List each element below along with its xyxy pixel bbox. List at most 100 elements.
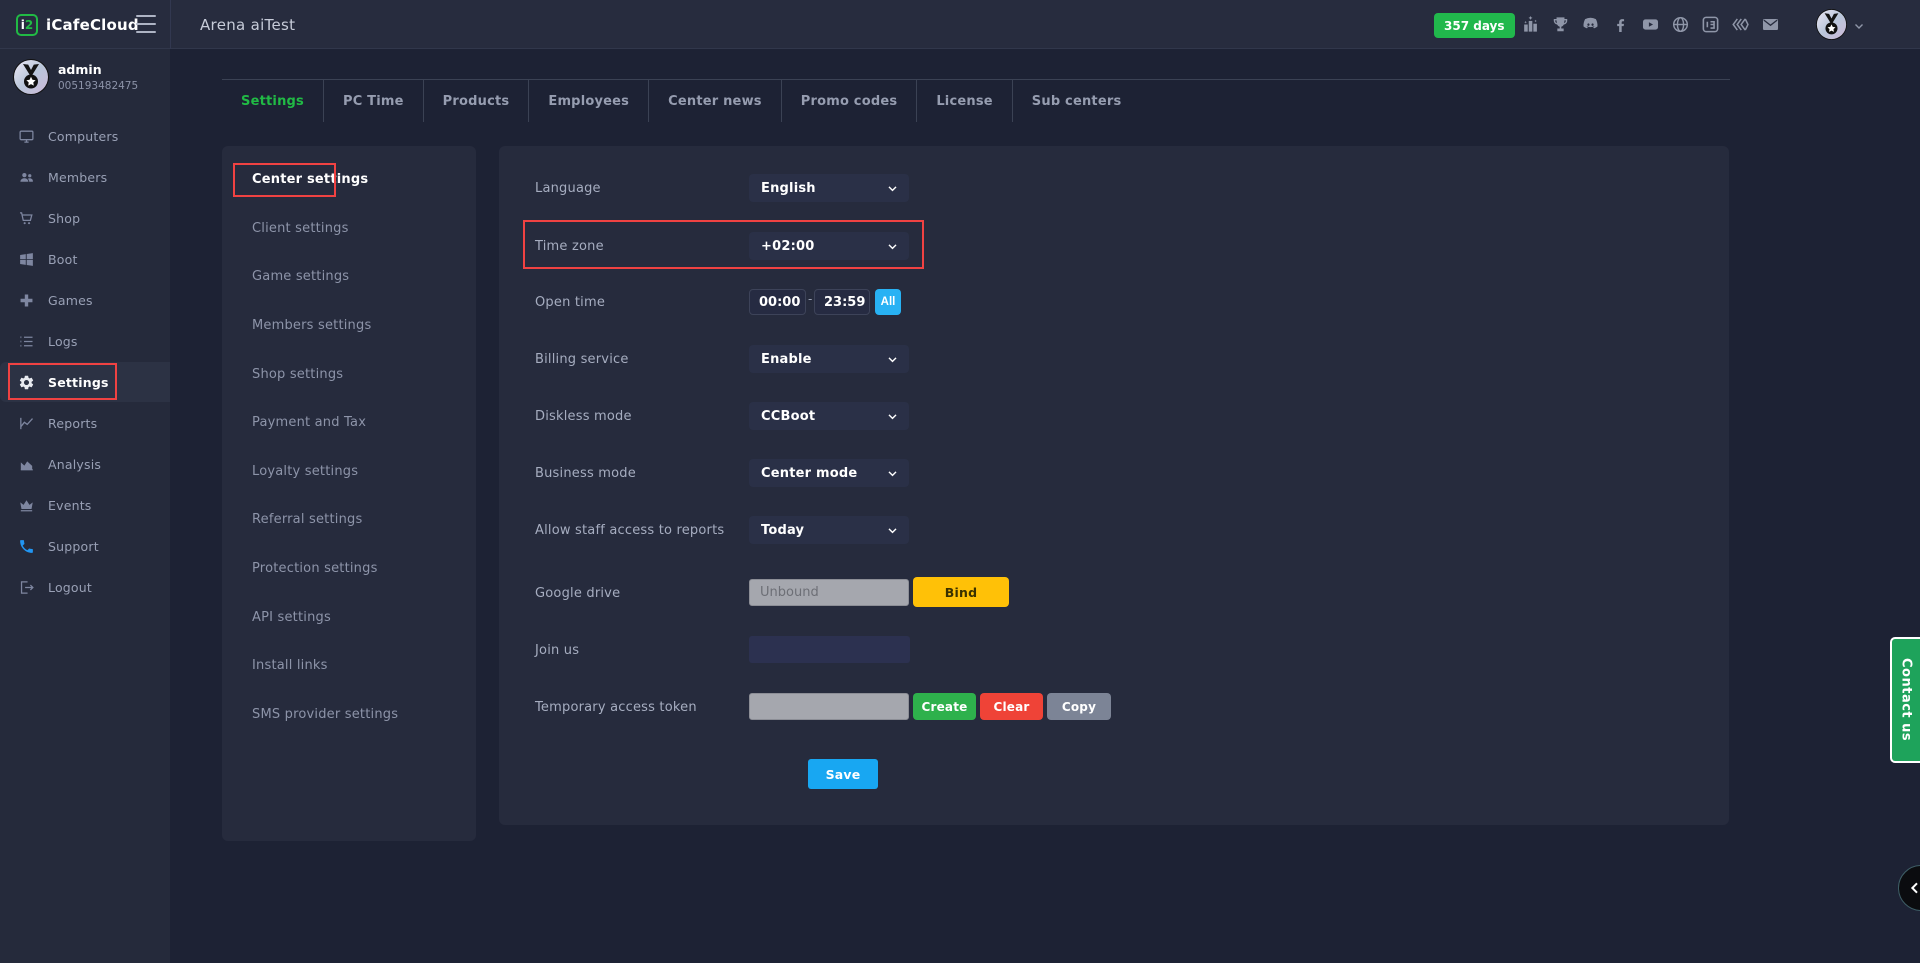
sidebar-item-label: Settings	[48, 375, 109, 390]
chevron-down-icon	[886, 524, 899, 537]
google-drive-input	[749, 579, 909, 606]
people-icon	[18, 169, 35, 186]
menu-item-game-settings[interactable]: Game settings	[222, 260, 476, 294]
open-time-to-input[interactable]: 23:59	[814, 289, 870, 315]
menu-item-sms-provider-settings[interactable]: SMS provider settings	[222, 698, 476, 732]
sidebar-item-label: Logout	[48, 580, 92, 595]
token-create-button[interactable]: Create	[913, 693, 976, 720]
sidebar-item-settings[interactable]: Settings	[0, 362, 170, 402]
trophy-icon[interactable]	[1550, 14, 1571, 35]
ranking-icon[interactable]	[1520, 14, 1541, 35]
token-copy-button[interactable]: Copy	[1047, 693, 1111, 720]
tab-pc-time[interactable]: PC Time	[324, 80, 424, 122]
cart-icon	[18, 210, 35, 227]
menu-item-loyalty-settings[interactable]: Loyalty settings	[222, 455, 476, 489]
google-drive-bind-button[interactable]: Bind	[913, 577, 1009, 607]
center-name-title: Arena aiTest	[200, 0, 295, 49]
user-id: 005193482475	[58, 80, 138, 92]
menu-item-payment-and-tax[interactable]: Payment and Tax	[222, 406, 476, 440]
join-us-input[interactable]	[749, 636, 910, 663]
user-menu-chevron-down-icon[interactable]	[1852, 18, 1866, 32]
time-zone-value: +02:00	[761, 239, 814, 254]
tab-sub-centers[interactable]: Sub centers	[1013, 80, 1141, 122]
diskless-mode-select[interactable]: CCBoot	[749, 402, 909, 430]
open-time-separator: -	[808, 292, 812, 306]
list-icon	[18, 333, 35, 350]
contact-us-label: Contact us	[1899, 658, 1914, 741]
save-button[interactable]: Save	[808, 759, 878, 789]
contact-us-tab[interactable]: Contact us	[1890, 637, 1920, 763]
tab-promo-codes[interactable]: Promo codes	[782, 80, 918, 122]
menu-item-protection-settings[interactable]: Protection settings	[222, 552, 476, 586]
access-token-label: Temporary access token	[535, 700, 697, 715]
discord-icon[interactable]	[1580, 14, 1601, 35]
language-select[interactable]: English	[749, 174, 909, 202]
chevron-down-icon	[886, 353, 899, 366]
sidebar-item-label: Events	[48, 498, 92, 513]
billing-service-value: Enable	[761, 352, 812, 367]
menu-item-install-links[interactable]: Install links	[222, 649, 476, 683]
open-time-from-input[interactable]: 00:00	[749, 289, 806, 315]
sidebar-item-label: Shop	[48, 211, 80, 226]
sidebar-item-reports[interactable]: Reports	[0, 403, 170, 443]
diskless-mode-value: CCBoot	[761, 409, 815, 424]
sidebar-item-logs[interactable]: Logs	[0, 321, 170, 361]
access-token-input	[749, 693, 909, 720]
tab-settings[interactable]: Settings	[222, 80, 324, 122]
sidebar-item-support[interactable]: Support	[0, 526, 170, 566]
sidebar-item-label: Logs	[48, 334, 78, 349]
sidebar-item-boot[interactable]: Boot	[0, 239, 170, 279]
youtube-icon[interactable]	[1640, 14, 1661, 35]
business-mode-select[interactable]: Center mode	[749, 459, 909, 487]
icafecloud-icon[interactable]	[1700, 14, 1721, 35]
sidebar-item-members[interactable]: Members	[0, 157, 170, 197]
sidebar-user-block[interactable]: admin 005193482475	[13, 59, 138, 95]
billing-service-select[interactable]: Enable	[749, 345, 909, 373]
sidebar-item-computers[interactable]: Computers	[0, 116, 170, 156]
tab-license[interactable]: License	[917, 80, 1012, 122]
icafecloud-app: i2 iCafeCloud Arena aiTest 357 days	[0, 0, 1920, 963]
menu-item-referral-settings[interactable]: Referral settings	[222, 503, 476, 537]
topbar: i2 iCafeCloud Arena aiTest 357 days	[0, 0, 1920, 49]
staff-reports-select[interactable]: Today	[749, 516, 909, 544]
globe-icon[interactable]	[1670, 14, 1691, 35]
user-avatar[interactable]	[1816, 9, 1847, 40]
menu-item-members-settings[interactable]: Members settings	[222, 309, 476, 343]
username: admin	[58, 62, 138, 77]
menu-item-client-settings[interactable]: Client settings	[222, 212, 476, 246]
app-logo-text: iCafeCloud	[46, 16, 139, 34]
sidebar-item-shop[interactable]: Shop	[0, 198, 170, 238]
sidebar-item-games[interactable]: Games	[0, 280, 170, 320]
menu-item-center-settings[interactable]: Center settings	[222, 163, 476, 197]
sidebar-item-events[interactable]: Events	[0, 485, 170, 525]
menu-item-shop-settings[interactable]: Shop settings	[222, 358, 476, 392]
staff-reports-value: Today	[761, 523, 804, 538]
sidebar-item-analysis[interactable]: Analysis	[0, 444, 170, 484]
logout-icon	[18, 579, 35, 596]
settings-menu-panel: Center settings Client settings Game set…	[222, 146, 476, 841]
tab-products[interactable]: Products	[424, 80, 530, 122]
tab-bar: Settings PC Time Products Employees Cent…	[222, 80, 1140, 122]
menu-item-api-settings[interactable]: API settings	[222, 601, 476, 635]
main-content: Settings PC Time Products Employees Cent…	[170, 49, 1920, 963]
menu-toggle-icon[interactable]	[136, 15, 156, 33]
layers-icon[interactable]	[1730, 14, 1751, 35]
tab-center-news[interactable]: Center news	[649, 80, 782, 122]
open-time-to-value: 23:59	[824, 295, 865, 310]
sidebar-avatar	[13, 59, 49, 95]
app-logo[interactable]: i2 iCafeCloud	[16, 0, 139, 49]
open-time-all-button[interactable]: All	[875, 289, 901, 315]
chevron-left-icon	[1907, 880, 1920, 896]
mail-icon[interactable]	[1760, 14, 1781, 35]
license-days-badge[interactable]: 357 days	[1434, 13, 1515, 38]
tab-employees[interactable]: Employees	[529, 80, 649, 122]
sidebar-item-label: Members	[48, 170, 107, 185]
facebook-icon[interactable]	[1610, 14, 1631, 35]
sidebar-item-logout[interactable]: Logout	[0, 567, 170, 607]
chevron-down-icon	[886, 467, 899, 480]
monitor-icon	[18, 128, 35, 145]
time-zone-select[interactable]: +02:00	[749, 232, 909, 260]
area-chart-icon	[18, 456, 35, 473]
token-clear-button[interactable]: Clear	[980, 693, 1043, 720]
sidebar: admin 005193482475 Computers Members Sho…	[0, 49, 170, 963]
